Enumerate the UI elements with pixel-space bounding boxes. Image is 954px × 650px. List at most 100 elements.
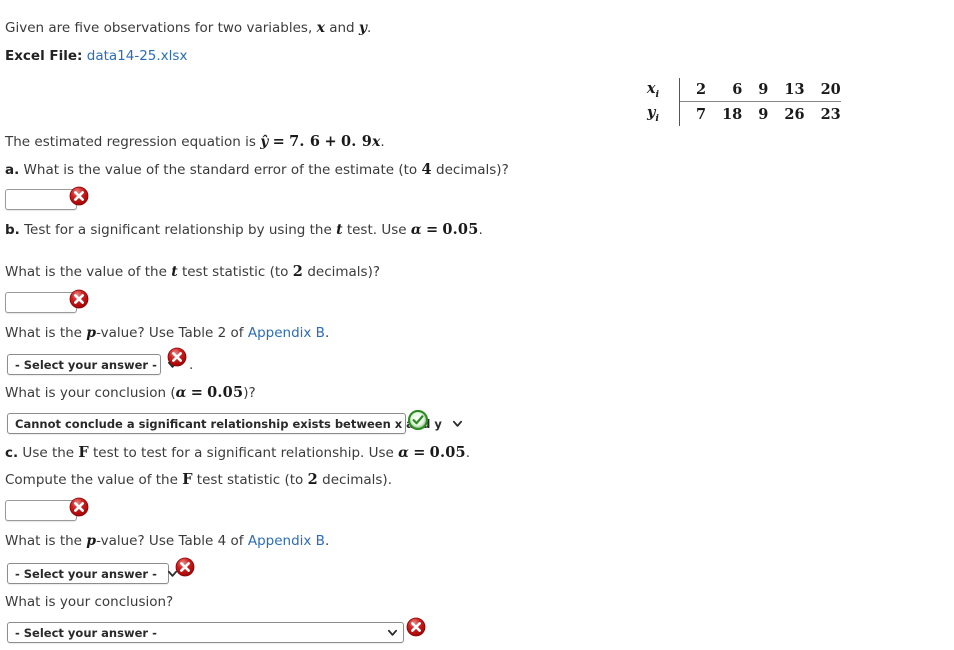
part-c-text-pre: Use the [18,445,79,461]
part-a-decimals: 4 [421,161,432,178]
part-b-marker: b. [5,222,20,238]
t-statistic-question: What is the value of the t test statisti… [5,263,380,281]
part-a-text-post: decimals)? [431,162,509,178]
cell-x-1: 6 [706,78,743,103]
cell-y-3: 26 [784,105,805,123]
f-stat-variable: F [182,471,193,488]
p-value-text-post-b: . [324,325,330,341]
p-value-text-pre-c: What is the [5,533,87,549]
row-label-x: xi [638,78,680,102]
p-value-trailing-period-b: . [189,357,194,373]
cell-x-0: 2 [679,78,707,103]
row-label-y-sub: i [655,112,660,124]
part-b-text-pre: Test for a significant relationship by u… [19,222,337,238]
f-stat-decimals: 2 [307,471,318,488]
chevron-down-icon [387,629,398,636]
excel-file-label: Excel File: [5,48,83,64]
row-label-x-text: x [646,80,656,97]
part-b-alpha-value: 0.05 [442,221,479,238]
error-icon [175,557,195,581]
conclusion-equals-b: = [190,384,203,401]
appendix-b-link[interactable]: Appendix B [248,533,325,549]
regression-period: . [380,134,385,150]
part-a-marker: a. [5,162,20,178]
part-c-alpha-symbol: α [398,445,409,461]
intro-variable-x: x [316,20,325,36]
p-value-variable-c: p [86,533,97,549]
intro-variable-y: y [358,20,368,36]
p-value-select-b[interactable]: - Select your answer - [7,354,177,375]
cell-y-1: 18 [722,105,743,123]
part-c-marker: c. [5,445,19,461]
part-b-text-mid: test. Use [342,222,411,238]
intercept-value: 7. 6 [289,133,321,150]
conclusion-text-pre-b: What is your conclusion ( [5,385,176,401]
excel-file-line: Excel File: data14-25.xlsx [5,47,187,65]
intro-text-pre: Given are five observations for two vari… [5,20,317,36]
intro-sentence: Given are five observations for two vari… [5,19,371,37]
part-a-question: a. What is the value of the standard err… [5,161,509,179]
part-b-question: b. Test for a significant relationship b… [5,221,483,239]
intro-text-end: . [367,20,372,36]
part-c-question: c. Use the F test to test for a signific… [5,444,470,462]
t-stat-text-pre: What is the value of the [5,264,172,280]
conclusion-select-c-label: - Select your answer - [15,625,157,640]
part-c-F-variable: F [78,444,89,461]
cell-y-0: 7 [696,105,707,123]
row-label-x-sub: i [655,88,660,100]
excel-file-link[interactable]: data14-25.xlsx [87,48,188,64]
cell-x-3: 13 [768,78,805,103]
cell-x-4: 20 [804,78,841,103]
part-c-alpha-value: 0.05 [429,444,466,461]
conclusion-select-b-label: Cannot conclude a significant relationsh… [15,416,442,431]
conclusion-select-b[interactable]: Cannot conclude a significant relationsh… [7,413,462,434]
conclusion-alpha-value-b: 0.05 [207,384,244,401]
p-value-select-c-label: - Select your answer - [15,566,157,581]
part-b-period: . [478,222,483,238]
conclusion-question-c: What is your conclusion? [5,594,174,610]
y-hat-symbol: ŷ [260,134,269,150]
p-value-text-mid-c: -value? Use Table 4 of [96,533,248,549]
part-b-equals: = [425,221,439,238]
part-b-alpha-symbol: α [410,222,422,238]
observations-table: xi 2 6 9 13 20 yi 7 18 9 26 23 [638,78,841,126]
data-table: xi 2 6 9 13 20 yi 7 18 9 26 23 [638,78,841,126]
conclusion-question-b: What is your conclusion (α = 0.05)? [5,384,256,402]
cell-y-2: 9 [758,105,769,123]
chevron-down-icon [452,420,462,427]
table-row-x: xi 2 6 9 13 20 [638,78,841,103]
error-icon [167,347,187,371]
part-c-text-mid: test to test for a significant relations… [88,445,399,461]
regression-text: The estimated regression equation is [5,134,261,150]
success-icon [407,409,429,434]
part-a-text-pre: What is the value of the standard error … [19,162,422,178]
error-icon [69,289,89,313]
plus-sign: + [324,133,337,150]
conclusion-alpha-symbol-b: α [175,385,187,401]
part-c-equals: = [413,444,426,461]
table-row-y: yi 7 18 9 26 23 [638,101,841,126]
appendix-b-link[interactable]: Appendix B [248,325,325,341]
t-stat-text-post: decimals)? [303,264,381,280]
t-stat-text-mid: test statistic (to [177,264,293,280]
p-value-select-b-label: - Select your answer - [15,357,157,372]
f-statistic-input[interactable] [5,500,77,521]
part-c-period: . [465,445,471,461]
intro-text-mid: and [324,20,359,36]
conclusion-text-post-b: )? [243,385,256,401]
p-value-question-b: What is the p-value? Use Table 2 of Appe… [5,324,329,342]
p-value-select-c[interactable]: - Select your answer - [7,563,177,584]
regression-equation-line: The estimated regression equation is ŷ =… [5,133,385,151]
f-stat-text-post: decimals). [317,472,392,488]
p-value-text-post-c: . [324,533,330,549]
p-value-text-mid-b: -value? Use Table 2 of [96,325,248,341]
p-value-variable-b: p [86,325,97,341]
cell-y-4: 23 [820,105,841,123]
t-statistic-input[interactable] [5,292,77,313]
slope-value: 0. 9 [340,133,373,150]
error-icon [406,617,426,641]
standard-error-input[interactable] [5,189,77,210]
conclusion-select-c[interactable]: - Select your answer - [7,622,404,643]
p-value-text-pre-b: What is the [5,325,87,341]
f-stat-text-pre: Compute the value of the [5,472,183,488]
